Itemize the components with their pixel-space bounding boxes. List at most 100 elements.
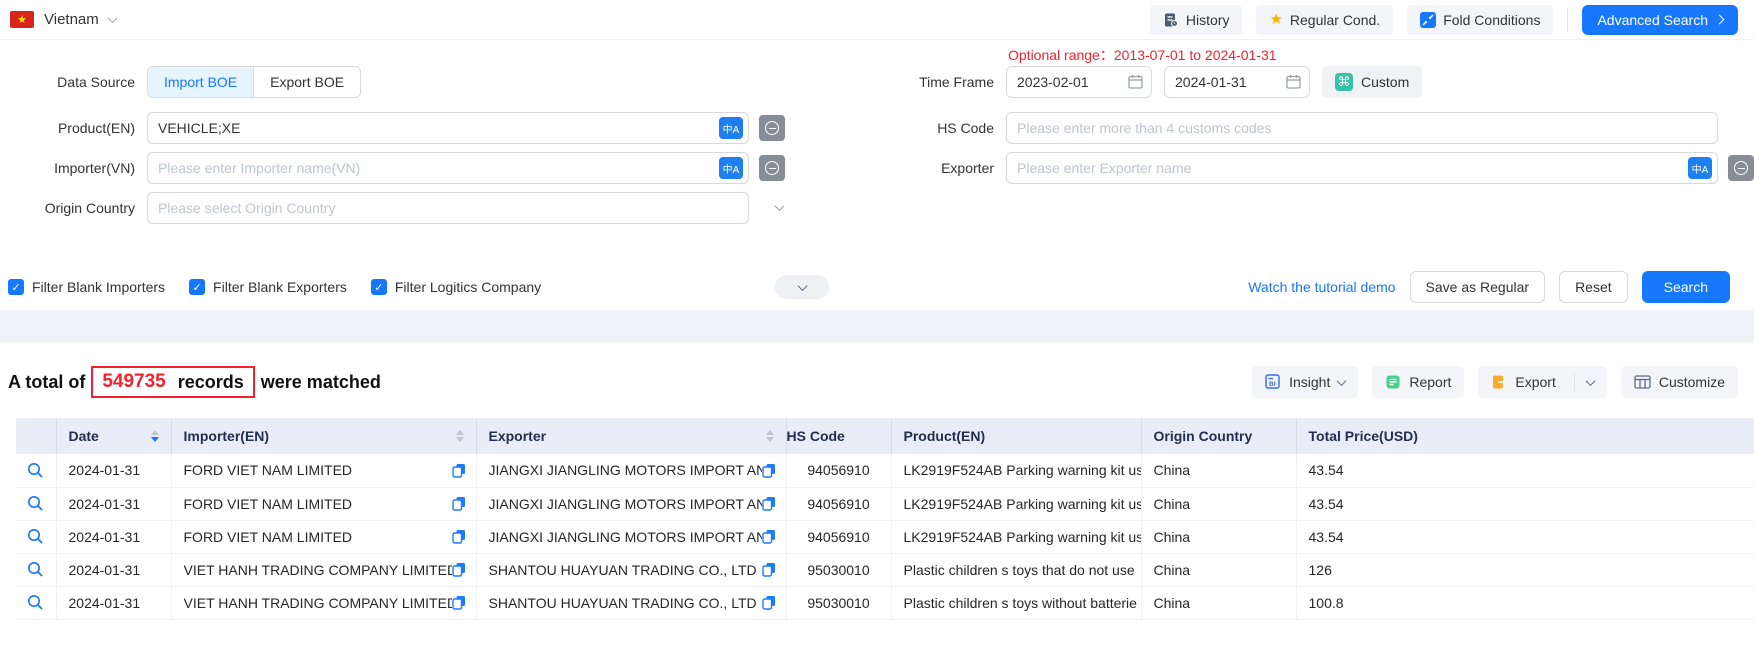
exact-match-icon[interactable] <box>1728 155 1754 181</box>
regular-cond-label: Regular Cond. <box>1290 12 1380 28</box>
checkbox[interactable]: ✓ <box>8 279 24 295</box>
translate-icon[interactable]: 中A <box>719 157 743 179</box>
filter-checkbox[interactable]: ✓ Filter Logitics Company <box>371 279 541 295</box>
magnifier-icon[interactable] <box>27 528 44 545</box>
exact-match-icon[interactable] <box>759 115 785 141</box>
copy-icon[interactable] <box>452 595 466 610</box>
cell-total-price: 100.8 <box>1297 595 1356 611</box>
table-row[interactable]: 2024-01-31 VIET HANH TRADING COMPANY LIM… <box>16 586 1754 619</box>
table-row[interactable]: 2024-01-31 VIET HANH TRADING COMPANY LIM… <box>16 553 1754 586</box>
header-exporter[interactable]: Exporter <box>476 418 786 454</box>
cell-origin-country: China <box>1142 496 1203 512</box>
header-exporter-label: Exporter <box>489 428 547 444</box>
customize-label: Customize <box>1659 374 1725 390</box>
header-date[interactable]: Date <box>56 418 171 454</box>
summary-prefix: A total of <box>8 372 85 393</box>
copy-icon[interactable] <box>762 463 776 478</box>
exporter-input[interactable] <box>1006 152 1718 184</box>
sort-icons[interactable] <box>456 430 464 442</box>
cell-origin-country: China <box>1142 462 1203 478</box>
translate-icon[interactable]: 中A <box>719 117 743 139</box>
hs-code-label: HS Code <box>809 112 994 144</box>
table-row[interactable]: 2024-01-31 FORD VIET NAM LIMITED JIANGXI… <box>16 520 1754 553</box>
advanced-search-button[interactable]: Advanced Search <box>1582 5 1738 35</box>
filter-checkbox-label: Filter Blank Importers <box>32 279 165 295</box>
chevron-down-icon[interactable] <box>1585 376 1595 386</box>
export-button[interactable]: Export <box>1478 366 1606 398</box>
cell-total-price: 43.54 <box>1297 462 1356 478</box>
cell-product: Plastic children s toys that do not use <box>892 562 1142 578</box>
vietnam-flag-icon: ★ <box>10 11 34 28</box>
collapse-conditions-button[interactable] <box>775 275 829 299</box>
report-icon <box>1385 374 1401 390</box>
header-importer[interactable]: Importer(EN) <box>171 418 476 454</box>
tutorial-demo-link[interactable]: Watch the tutorial demo <box>1248 279 1395 295</box>
export-icon <box>1491 374 1507 390</box>
checkbox[interactable]: ✓ <box>189 279 205 295</box>
insight-button[interactable]: BI Insight <box>1252 366 1358 398</box>
sort-icons[interactable] <box>766 430 774 442</box>
report-label: Report <box>1409 374 1451 390</box>
copy-icon[interactable] <box>452 463 466 478</box>
filter-checkbox[interactable]: ✓ Filter Blank Exporters <box>189 279 347 295</box>
copy-icon[interactable] <box>452 496 466 511</box>
command-icon: ⌘ <box>1335 73 1353 91</box>
reset-button[interactable]: Reset <box>1559 271 1628 303</box>
regular-cond-button[interactable]: ★ Regular Cond. <box>1256 5 1393 35</box>
product-en-input[interactable] <box>147 112 749 144</box>
chevron-down-icon <box>1337 376 1347 386</box>
customize-button[interactable]: Customize <box>1621 366 1738 398</box>
table-row[interactable]: 2024-01-31 FORD VIET NAM LIMITED JIANGXI… <box>16 454 1754 487</box>
hs-code-input[interactable] <box>1006 112 1718 144</box>
row-detail-cell <box>16 487 56 520</box>
star-icon: ★ <box>1269 12 1282 27</box>
cell-total-price: 126 <box>1297 562 1344 578</box>
country-name: Vietnam <box>44 11 99 28</box>
magnifier-icon[interactable] <box>27 462 44 479</box>
translate-icon[interactable]: 中A <box>1688 157 1712 179</box>
exact-match-icon[interactable] <box>759 155 785 181</box>
sort-icons[interactable] <box>151 430 159 442</box>
exporter-label: Exporter <box>809 152 994 184</box>
filter-checkbox[interactable]: ✓ Filter Blank Importers <box>8 279 165 295</box>
history-button[interactable]: History <box>1150 5 1243 35</box>
tab-export-boe[interactable]: Export BOE <box>253 67 360 97</box>
cell-date: 2024-01-31 <box>57 562 153 578</box>
fold-conditions-button[interactable]: Fold Conditions <box>1407 5 1553 35</box>
checkbox[interactable]: ✓ <box>371 279 387 295</box>
filter-checkbox-group: ✓ Filter Blank Importers ✓ Filter Blank … <box>8 279 565 295</box>
results-table: Date Importer(EN) Exporter HS <box>16 418 1754 620</box>
magnifier-icon[interactable] <box>27 561 44 578</box>
chevron-down-icon <box>775 201 785 211</box>
magnifier-icon[interactable] <box>27 594 44 611</box>
cell-exporter: JIANGXI JIANGLING MOTORS IMPORT AND <box>489 496 762 512</box>
copy-icon[interactable] <box>762 562 776 577</box>
copy-icon[interactable] <box>452 562 466 577</box>
filter-checkbox-label: Filter Logitics Company <box>395 279 541 295</box>
magnifier-icon[interactable] <box>27 495 44 512</box>
tab-import-boe[interactable]: Import BOE <box>148 67 253 97</box>
export-label: Export <box>1515 374 1555 390</box>
row-detail-cell <box>16 553 56 586</box>
date-end-field <box>1164 66 1310 98</box>
report-button[interactable]: Report <box>1372 366 1464 398</box>
country-dropdown-caret-icon[interactable] <box>107 13 117 23</box>
history-label: History <box>1186 12 1230 28</box>
importer-vn-input[interactable] <box>147 152 749 184</box>
cell-date: 2024-01-31 <box>57 496 153 512</box>
calendar-icon <box>1286 74 1301 89</box>
search-button[interactable]: Search <box>1642 271 1730 303</box>
table-row[interactable]: 2024-01-31 FORD VIET NAM LIMITED JIANGXI… <box>16 487 1754 520</box>
save-as-regular-button[interactable]: Save as Regular <box>1410 271 1546 303</box>
calendar-icon <box>1128 74 1143 89</box>
filter-checkbox-label: Filter Blank Exporters <box>213 279 347 295</box>
copy-icon[interactable] <box>762 496 776 511</box>
cell-exporter: SHANTOU HUAYUAN TRADING CO., LTD <box>489 562 757 578</box>
copy-icon[interactable] <box>762 529 776 544</box>
origin-country-select[interactable]: Please select Origin Country <box>147 192 797 224</box>
cell-date: 2024-01-31 <box>57 462 153 478</box>
copy-icon[interactable] <box>452 529 466 544</box>
custom-range-button[interactable]: ⌘ Custom <box>1322 66 1422 98</box>
copy-icon[interactable] <box>762 595 776 610</box>
cell-origin-country: China <box>1142 562 1203 578</box>
